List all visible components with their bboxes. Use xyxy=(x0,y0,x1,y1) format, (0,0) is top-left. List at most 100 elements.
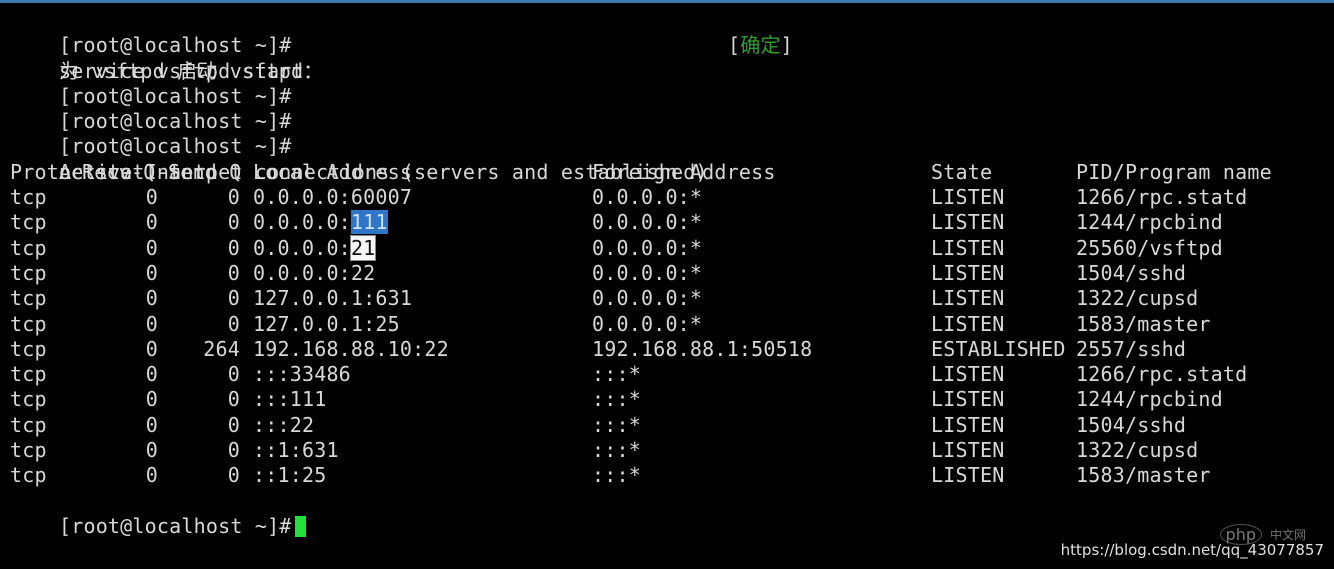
status-bracket-close: ] xyxy=(780,33,793,58)
row-recvq: 0 xyxy=(145,210,158,235)
row-pid-program: 1322/cupsd xyxy=(1076,438,1199,463)
table-row: tcp 0 264 192.168.88.10:22 192.168.88.1:… xyxy=(10,337,1326,362)
row-local-address: 127.0.0.1:25 xyxy=(253,311,400,336)
row-proto: tcp xyxy=(10,286,47,311)
selected-port-highlight[interactable]: 111 xyxy=(350,210,388,235)
row-state: LISTEN xyxy=(931,387,1005,412)
row-sendq: 0 xyxy=(227,362,240,387)
row-foreign-address: 0.0.0.0:* xyxy=(592,311,703,336)
row-sendq: 0 xyxy=(227,412,240,437)
row-local-address: 192.168.88.10:22 xyxy=(253,336,449,361)
row-state: LISTEN xyxy=(931,412,1005,437)
row-foreign-address: 0.0.0.0:* xyxy=(592,260,703,285)
row-local-address: 0.0.0.0:22 xyxy=(253,260,376,285)
row-state: LISTEN xyxy=(931,210,1005,235)
row-foreign-address: 192.168.88.1:50518 xyxy=(592,336,813,361)
header-recvq: Recv-Q xyxy=(82,159,156,184)
table-row: tcp 0 0 ::1:25 :::* LISTEN 1583/master xyxy=(10,463,1326,488)
service-output-line: 为 vsftpd 启动 vsftpd： [确定] xyxy=(10,33,1326,82)
row-sendq: 0 xyxy=(227,311,240,336)
table-row: tcp 0 0 0.0.0.0:60007 0.0.0.0:* LISTEN 1… xyxy=(10,185,1326,210)
row-proto: tcp xyxy=(10,235,47,260)
table-row: tcp 0 0 ::1:631 :::* LISTEN 1322/cupsd xyxy=(10,438,1326,463)
prompt: [root@localhost ~]# xyxy=(58,513,292,538)
row-foreign-address: :::* xyxy=(592,387,641,412)
row-recvq: 0 xyxy=(145,438,158,463)
row-sendq: 0 xyxy=(227,210,240,235)
row-state: LISTEN xyxy=(931,286,1005,311)
row-local-address: 0.0.0.0:111 xyxy=(253,210,388,235)
netstat-title: Active Internet connections (servers and… xyxy=(10,134,1326,184)
prompt-line: [root@localhost ~]# xyxy=(10,59,1326,108)
service-status: [确定] xyxy=(728,33,793,58)
table-row: tcp 0 0 127.0.0.1:631 0.0.0.0:* LISTEN 1… xyxy=(10,286,1326,311)
row-foreign-address: :::* xyxy=(592,438,641,463)
row-pid-program: 2557/sshd xyxy=(1076,336,1187,361)
row-recvq: 0 xyxy=(145,362,158,387)
row-foreign-address: :::* xyxy=(592,362,641,387)
row-foreign-address: 0.0.0.0:* xyxy=(592,210,703,235)
row-pid-program: 1504/sshd xyxy=(1076,260,1187,285)
row-state: LISTEN xyxy=(931,235,1005,260)
row-state: LISTEN xyxy=(931,185,1005,210)
row-local-address: 127.0.0.1:631 xyxy=(253,286,413,311)
row-proto: tcp xyxy=(10,210,47,235)
table-row: tcp 0 0 :::111 :::* LISTEN 1244/rpcbind xyxy=(10,387,1326,412)
row-recvq: 0 xyxy=(145,185,158,210)
row-sendq: 264 xyxy=(203,336,240,361)
row-proto: tcp xyxy=(10,362,47,387)
row-state: ESTABLISHED xyxy=(931,336,1066,361)
header-sendq: Send-Q xyxy=(168,159,242,184)
row-state: LISTEN xyxy=(931,362,1005,387)
header-state: State xyxy=(931,159,993,184)
prompt-line: [root@localhost ~]# xyxy=(10,84,1326,133)
row-local-address: :::111 xyxy=(253,387,327,412)
table-row: tcp 0 0 127.0.0.1:25 0.0.0.0:* LISTEN 15… xyxy=(10,312,1326,337)
row-proto: tcp xyxy=(10,412,47,437)
highlighted-port-21[interactable]: 21 xyxy=(349,234,377,261)
local-address-prefix: 0.0.0.0: xyxy=(253,210,351,235)
terminal-window[interactable]: [root@localhost ~]# service vsftpd start… xyxy=(10,8,1326,538)
row-proto: tcp xyxy=(10,185,47,210)
row-local-address: :::22 xyxy=(253,412,315,437)
row-recvq: 0 xyxy=(145,412,158,437)
row-proto: tcp xyxy=(10,311,47,336)
row-pid-program: 1244/rpcbind xyxy=(1076,210,1223,235)
prompt-line: [root@localhost ~]# netstat -antp xyxy=(10,109,1326,183)
row-recvq: 0 xyxy=(145,336,158,361)
row-sendq: 0 xyxy=(227,438,240,463)
row-recvq: 0 xyxy=(145,463,158,488)
row-sendq: 0 xyxy=(227,185,240,210)
table-row: tcp 0 0 0.0.0.0:22 0.0.0.0:* LISTEN 1504… xyxy=(10,261,1326,286)
row-proto: tcp xyxy=(10,438,47,463)
row-recvq: 0 xyxy=(145,235,158,260)
row-pid-program: 1583/master xyxy=(1076,463,1211,488)
netstat-header-row: Proto Recv-Q Send-Q Local Address Foreig… xyxy=(10,160,1326,185)
row-proto: tcp xyxy=(10,387,47,412)
row-foreign-address: 0.0.0.0:* xyxy=(592,235,703,260)
row-foreign-address: :::* xyxy=(592,412,641,437)
row-pid-program: 1266/rpc.statd xyxy=(1076,362,1248,387)
local-address-prefix: 0.0.0.0: xyxy=(253,235,351,260)
blog-url-watermark: https://blog.csdn.net/qq_43077857 xyxy=(1060,541,1324,559)
table-row: tcp 0 0 0.0.0.0:21 0.0.0.0:* LISTEN 2556… xyxy=(10,234,1326,261)
row-state: LISTEN xyxy=(931,463,1005,488)
row-recvq: 0 xyxy=(145,311,158,336)
table-row: tcp 0 0 :::33486 :::* LISTEN 1266/rpc.st… xyxy=(10,362,1326,387)
row-foreign-address: :::* xyxy=(592,463,641,488)
row-local-address: ::1:631 xyxy=(253,438,339,463)
row-sendq: 0 xyxy=(227,387,240,412)
row-proto: tcp xyxy=(10,463,47,488)
header-local-address: Local Address xyxy=(253,159,413,184)
window-top-border xyxy=(0,0,1334,3)
active-prompt-line[interactable]: [root@localhost ~]# xyxy=(10,489,1326,538)
row-proto: tcp xyxy=(10,260,47,285)
prompt-line: [root@localhost ~]# service vsftpd start xyxy=(10,8,1326,82)
row-pid-program: 1266/rpc.statd xyxy=(1076,185,1248,210)
row-foreign-address: 0.0.0.0:* xyxy=(592,286,703,311)
row-pid-program: 1504/sshd xyxy=(1076,412,1187,437)
row-pid-program: 1244/rpcbind xyxy=(1076,387,1223,412)
row-pid-program: 1583/master xyxy=(1076,311,1211,336)
row-state: LISTEN xyxy=(931,260,1005,285)
row-local-address: :::33486 xyxy=(253,362,351,387)
